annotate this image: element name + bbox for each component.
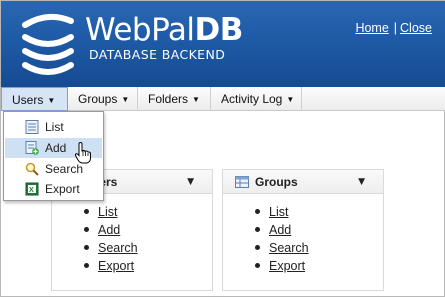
panel-link-list[interactable]: List (269, 205, 288, 219)
logo-title-part2: DB (194, 12, 244, 48)
hand-cursor-icon (74, 142, 91, 164)
chevron-down-icon: ▼ (286, 95, 295, 104)
list-item: Search (255, 239, 309, 257)
svg-text:X: X (29, 187, 34, 194)
menu-users-label: Users (12, 93, 44, 107)
close-link[interactable]: Close (400, 21, 432, 35)
bullet-icon (255, 227, 260, 232)
bullet-icon (255, 263, 260, 268)
list-item: List (84, 203, 138, 221)
panel-link-add[interactable]: Add (98, 223, 120, 237)
header: WebPalDB DATABASE BACKEND Home | Close (1, 1, 445, 87)
dropdown-item-label: Search (45, 162, 84, 176)
panel-link-search[interactable]: Search (269, 241, 309, 255)
dropdown-item-label: Add (45, 141, 67, 155)
panel-link-search[interactable]: Search (98, 241, 138, 255)
menu-folders[interactable]: Folders ▼ (138, 87, 211, 111)
bullet-icon (84, 245, 89, 250)
groups-panel-header: Groups ▼ (223, 170, 383, 194)
home-link[interactable]: Home (355, 21, 388, 35)
bullet-icon (84, 209, 89, 214)
menu-groups[interactable]: Groups ▼ (68, 87, 138, 111)
link-separator: | (393, 21, 398, 35)
menu-groups-label: Groups (78, 92, 118, 106)
list-icon (25, 120, 39, 134)
list-item: Add (255, 221, 309, 239)
groups-panel-links: List Add Search Export (255, 203, 309, 275)
bullet-icon (255, 245, 260, 250)
chevron-down-icon[interactable]: ▼ (358, 170, 365, 194)
top-links: Home | Close (355, 21, 432, 35)
panel-link-list[interactable]: List (98, 205, 117, 219)
panel-link-export[interactable]: Export (269, 259, 305, 273)
logo-title-part1: WebPal (85, 12, 195, 48)
chevron-down-icon: ▼ (121, 95, 130, 104)
list-item: List (255, 203, 309, 221)
app-window: WebPalDB DATABASE BACKEND Home | Close Use… (0, 0, 445, 297)
dropdown-item-export[interactable]: X Export (5, 179, 102, 199)
menu-activity-log-label: Activity Log (221, 92, 283, 106)
panel-link-add[interactable]: Add (269, 223, 291, 237)
export-icon: X (25, 182, 39, 196)
bullet-icon (84, 227, 89, 232)
panel-link-export[interactable]: Export (98, 259, 134, 273)
bullet-icon (255, 209, 260, 214)
add-icon (25, 141, 39, 155)
users-panel-links: List Add Search Export (84, 203, 138, 275)
chevron-down-icon: ▼ (192, 95, 200, 104)
menu-folders-label: Folders (148, 92, 189, 106)
list-item: Add (84, 221, 138, 239)
menu-activity-log[interactable]: Activity Log ▼ (211, 87, 302, 111)
search-icon (25, 162, 39, 176)
list-item: Export (255, 257, 309, 275)
dropdown-item-list[interactable]: List (5, 117, 102, 137)
groups-panel: Groups ▼ List Add Search Export (222, 169, 384, 291)
dropdown-item-label: Export (45, 182, 80, 196)
logo-title: WebPalDB (85, 13, 243, 47)
logo-subtitle: DATABASE BACKEND (89, 47, 226, 62)
menubar: Users ▼ Groups ▼ Folders ▼ Activity Log ▼ (1, 87, 445, 111)
database-logo-icon (22, 13, 74, 75)
chevron-down-icon: ▼ (47, 96, 56, 105)
menu-users[interactable]: Users ▼ (1, 87, 68, 111)
panel-title: Groups (255, 175, 298, 189)
bullet-icon (84, 263, 89, 268)
chevron-down-icon[interactable]: ▼ (187, 170, 194, 194)
table-icon (235, 176, 249, 188)
dropdown-item-label: List (45, 120, 64, 134)
list-item: Search (84, 239, 138, 257)
list-item: Export (84, 257, 138, 275)
